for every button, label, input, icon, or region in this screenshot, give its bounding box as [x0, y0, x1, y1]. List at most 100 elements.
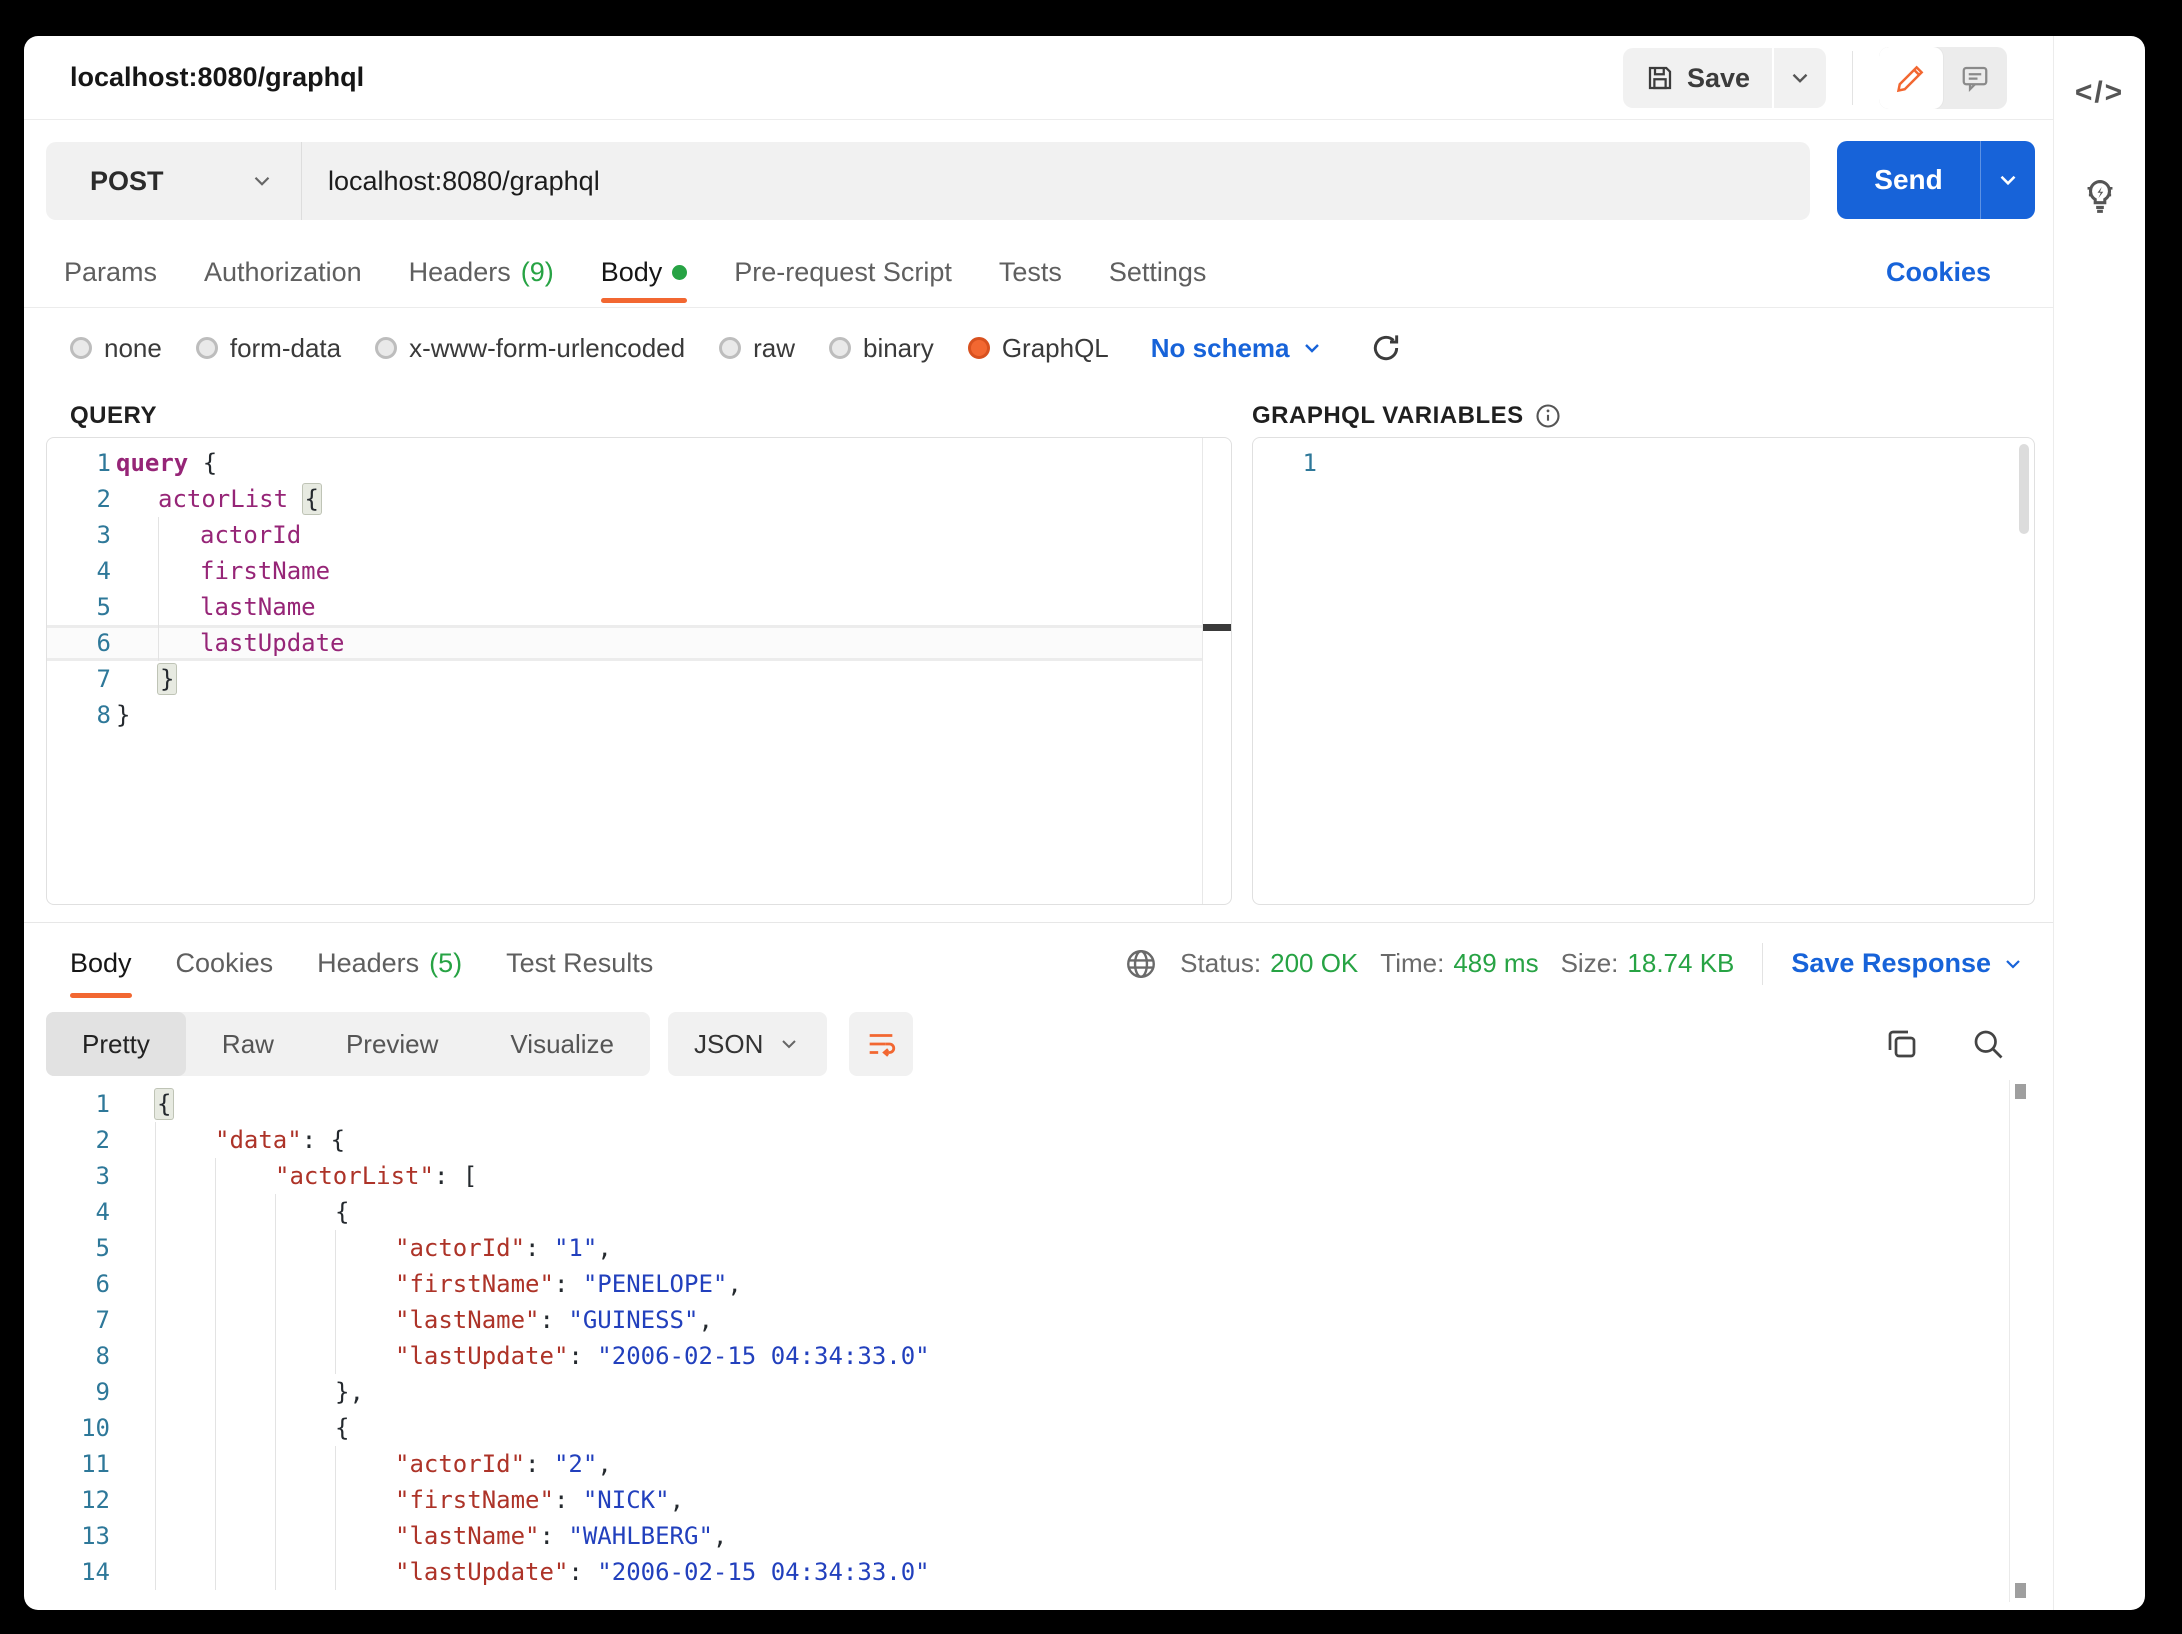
indent-guide: [275, 1482, 335, 1518]
response-body[interactable]: 1{2"data": {3"actorList": [4{5"actorId":…: [24, 1080, 2009, 1610]
send-options-chevron[interactable]: [1980, 141, 2035, 219]
refresh-schema-icon[interactable]: [1370, 332, 1402, 364]
token: "actorId": [395, 1234, 525, 1262]
query-scrollbar-gutter[interactable]: [1202, 438, 1231, 904]
body-mode-binary[interactable]: binary: [829, 333, 934, 364]
save-split-button: Save: [1623, 48, 1826, 108]
variables-scrollbar-thumb[interactable]: [2019, 444, 2029, 534]
code-line[interactable]: 6"firstName": "PENELOPE",: [24, 1266, 2009, 1302]
tab-label: Authorization: [204, 257, 362, 288]
copy-icon[interactable]: [1884, 1026, 1920, 1062]
line-number: 7: [47, 665, 111, 693]
code-line[interactable]: 4firstName: [47, 553, 1202, 589]
tab-headers[interactable]: Headers(9): [409, 237, 554, 307]
method-value: POST: [90, 166, 164, 197]
line-content: {: [155, 1194, 349, 1230]
header-divider: [1852, 51, 1853, 105]
code-line[interactable]: 1: [1253, 445, 2034, 481]
url-input[interactable]: localhost:8080/graphql: [302, 166, 1810, 197]
body-mode-graphql[interactable]: GraphQL: [968, 333, 1109, 364]
token: {: [188, 449, 217, 477]
send-button[interactable]: Send: [1837, 141, 1980, 219]
bootcamp-lightbulb-icon[interactable]: [2077, 172, 2123, 218]
code-line[interactable]: 5lastName: [47, 589, 1202, 625]
variables-editor[interactable]: 1: [1252, 437, 2035, 905]
indent-guide: [275, 1374, 335, 1410]
code-snippet-icon[interactable]: </>: [2075, 76, 2124, 110]
wrap-text-button[interactable]: [849, 1012, 913, 1076]
tab-label: Settings: [1109, 257, 1207, 288]
response-tab-test-results[interactable]: Test Results: [506, 925, 653, 1002]
body-mode-x-www-form-urlencoded[interactable]: x-www-form-urlencoded: [375, 333, 685, 364]
body-mode-none[interactable]: none: [70, 333, 162, 364]
tab-label: Cookies: [176, 948, 274, 979]
view-mode-tabs: PrettyRawPreviewVisualize: [46, 1012, 650, 1076]
tab-settings[interactable]: Settings: [1109, 237, 1207, 307]
tab-label: Test Results: [506, 948, 653, 979]
token: :: [525, 1234, 554, 1262]
token: :: [568, 1342, 597, 1370]
code-line[interactable]: 1query {: [47, 445, 1202, 481]
save-response-button[interactable]: Save Response: [1791, 948, 2025, 979]
indent-guide: [215, 1374, 275, 1410]
view-tab-raw[interactable]: Raw: [186, 1012, 310, 1076]
view-tab-pretty[interactable]: Pretty: [46, 1012, 186, 1076]
body-mode-raw[interactable]: raw: [719, 333, 795, 364]
search-icon[interactable]: [1970, 1026, 2006, 1062]
code-line[interactable]: 5"actorId": "1",: [24, 1230, 2009, 1266]
code-line[interactable]: 11"actorId": "2",: [24, 1446, 2009, 1482]
code-line[interactable]: 8"lastUpdate": "2006-02-15 04:34:33.0": [24, 1338, 2009, 1374]
method-select[interactable]: POST: [46, 142, 301, 220]
token: ,: [713, 1522, 727, 1550]
scrollbar-thumb-top: [2015, 1084, 2026, 1099]
line-content: "actorId": "2",: [155, 1446, 612, 1482]
response-tab-body[interactable]: Body: [70, 925, 132, 1002]
response-tab-cookies[interactable]: Cookies: [176, 925, 274, 1002]
tab-tests[interactable]: Tests: [999, 237, 1062, 307]
token: :: [568, 1558, 597, 1586]
save-button[interactable]: Save: [1623, 48, 1772, 108]
save-options-chevron[interactable]: [1774, 48, 1826, 108]
comments-button[interactable]: [1943, 47, 2007, 109]
code-line[interactable]: 9},: [24, 1374, 2009, 1410]
time-value: 489 ms: [1453, 948, 1538, 979]
indent-guide: [155, 1374, 215, 1410]
tab-label: Body: [70, 948, 132, 979]
tab-body[interactable]: Body: [601, 237, 688, 307]
code-line[interactable]: 10{: [24, 1410, 2009, 1446]
code-line[interactable]: 2"data": {: [24, 1122, 2009, 1158]
view-tab-preview[interactable]: Preview: [310, 1012, 474, 1076]
view-tab-visualize[interactable]: Visualize: [474, 1012, 650, 1076]
code-line[interactable]: 6lastUpdate: [47, 625, 1202, 661]
token: "lastUpdate": [395, 1342, 568, 1370]
response-tab-headers[interactable]: Headers(5): [317, 925, 462, 1002]
code-line[interactable]: 12"firstName": "NICK",: [24, 1482, 2009, 1518]
indent-guide: [158, 517, 200, 553]
token: "firstName": [395, 1486, 554, 1514]
code-line[interactable]: 7}: [47, 661, 1202, 697]
code-line[interactable]: 3actorId: [47, 517, 1202, 553]
code-line[interactable]: 13"lastName": "WAHLBERG",: [24, 1518, 2009, 1554]
edit-mode-button[interactable]: [1879, 47, 1943, 109]
line-number: 4: [24, 1198, 110, 1226]
info-icon[interactable]: [1534, 402, 1562, 430]
query-editor[interactable]: 1query {2actorList {3actorId4firstName5l…: [46, 437, 1232, 905]
schema-select[interactable]: No schema: [1151, 333, 1324, 364]
code-line[interactable]: 8}: [47, 697, 1202, 733]
code-line[interactable]: 14"lastUpdate": "2006-02-15 04:34:33.0": [24, 1554, 2009, 1590]
code-line[interactable]: 2actorList {: [47, 481, 1202, 517]
code-line[interactable]: 4{: [24, 1194, 2009, 1230]
response-scrollbar[interactable]: [2009, 1080, 2029, 1602]
globe-icon[interactable]: [1124, 947, 1158, 981]
tab-pre-request-script[interactable]: Pre-request Script: [734, 237, 952, 307]
tab-params[interactable]: Params: [64, 237, 157, 307]
code-line[interactable]: 1{: [24, 1086, 2009, 1122]
format-select[interactable]: JSON: [668, 1012, 827, 1076]
scrollbar-thumb-bottom: [2015, 1583, 2026, 1598]
line-content: actorList {: [116, 481, 321, 517]
code-line[interactable]: 3"actorList": [: [24, 1158, 2009, 1194]
tab-authorization[interactable]: Authorization: [204, 237, 362, 307]
body-mode-form-data[interactable]: form-data: [196, 333, 341, 364]
cookies-link[interactable]: Cookies: [1886, 257, 1991, 288]
code-line[interactable]: 7"lastName": "GUINESS",: [24, 1302, 2009, 1338]
